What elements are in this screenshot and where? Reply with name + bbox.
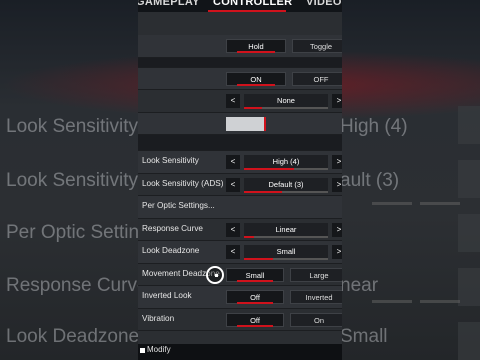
chevron-right-icon[interactable]: > <box>332 94 342 108</box>
look-sensitivity-ads-selector[interactable]: < Default (3) > <box>226 177 342 193</box>
active-tab-underline <box>208 10 286 12</box>
setting-label: Look Deadzone <box>142 246 200 255</box>
selector-progress <box>244 168 328 170</box>
inverted-look-inverted-button[interactable]: Inverted <box>290 290 342 304</box>
settings-row-per-optic[interactable]: Per Optic Settings... <box>138 196 342 219</box>
selector-progress <box>244 107 328 109</box>
chevron-right-icon[interactable]: > <box>332 222 342 237</box>
toggle-button[interactable]: Toggle <box>292 39 342 53</box>
bg-value: ault (3) <box>340 170 400 191</box>
setting-label: Inverted Look <box>142 291 192 300</box>
setting-label: Look Sensitivity <box>142 156 199 165</box>
selector-progress <box>244 258 328 260</box>
settings-row[interactable] <box>138 112 342 135</box>
chevron-right-icon[interactable]: > <box>332 155 342 169</box>
tab-gameplay[interactable]: GAMEPLAY <box>138 0 200 8</box>
on-button[interactable]: ON <box>226 71 286 86</box>
bg-label: Look Sensitivity <box>6 116 139 137</box>
look-sensitivity-selector[interactable]: < High (4) > <box>226 155 342 170</box>
bg-arrow-box <box>458 322 480 360</box>
settings-list: Hold Toggle ON OFF < None > Look Sensiti… <box>138 35 342 331</box>
movement-small-button[interactable]: Small <box>226 267 284 282</box>
selector-value: Linear <box>244 222 328 237</box>
bg-dash <box>372 202 412 205</box>
selector-progress <box>244 235 328 238</box>
footer-hint: Modify <box>147 345 171 354</box>
bg-arrow-box <box>458 268 480 306</box>
chevron-right-icon[interactable]: > <box>332 177 342 192</box>
tab-bar: GAMEPLAY CONTROLLER VIDEO <box>138 0 342 12</box>
chevron-left-icon[interactable]: < <box>226 177 240 192</box>
slider[interactable] <box>226 116 267 131</box>
row-divider <box>138 57 342 68</box>
bg-label: Look Deadzone <box>6 326 140 347</box>
settings-row[interactable]: < None > <box>138 90 342 113</box>
settings-row-look-deadzone[interactable]: Look Deadzone < Small > <box>138 241 342 264</box>
settings-row[interactable]: Hold Toggle <box>138 35 342 58</box>
chevron-right-icon[interactable]: > <box>332 245 342 259</box>
look-deadzone-selector[interactable]: < Small > <box>226 245 342 260</box>
setting-label: Vibration <box>142 313 175 323</box>
chevron-left-icon[interactable]: < <box>226 222 240 237</box>
tab-controller[interactable]: CONTROLLER <box>213 0 292 8</box>
footer-hint-bar: Modify <box>138 344 342 360</box>
bg-arrow-box <box>458 214 480 252</box>
settings-row-vibration[interactable]: Vibration Off On <box>138 308 342 331</box>
bg-value: High (4) <box>340 116 408 137</box>
off-button[interactable]: OFF <box>292 71 342 86</box>
settings-row-look-sensitivity[interactable]: Look Sensitivity < High (4) > <box>138 151 342 174</box>
bg-arrow-box <box>458 106 480 144</box>
bg-value: Small <box>340 326 388 347</box>
chevron-left-icon[interactable]: < <box>226 155 240 169</box>
settings-row-response-curve[interactable]: Response Curve < Linear > <box>138 218 342 241</box>
bg-arrow-box <box>458 160 480 198</box>
chevron-left-icon[interactable]: < <box>226 245 240 259</box>
settings-row[interactable]: ON OFF <box>138 67 342 90</box>
response-curve-selector[interactable]: < Linear > <box>226 222 342 238</box>
inverted-look-off-button[interactable]: Off <box>226 290 284 304</box>
bg-label: Response Curve <box>6 275 148 296</box>
setting-label: Look Sensitivity (ADS) <box>142 178 224 188</box>
settings-row-movement-deadzone[interactable]: Movement Deadzone Small Large <box>138 263 342 286</box>
row-divider <box>138 135 342 151</box>
bg-dash <box>420 202 460 205</box>
settings-row-inverted-look[interactable]: Inverted Look Off Inverted <box>138 286 342 309</box>
setting-label: Per Optic Settings... <box>142 201 215 210</box>
controller-cursor-icon <box>206 266 224 284</box>
selector-value: Default (3) <box>244 177 328 192</box>
selector-value: Small <box>244 245 328 259</box>
button-prompt-icon <box>140 348 145 353</box>
setting-label: Response Curve <box>142 223 203 233</box>
tab-video[interactable]: VIDEO <box>306 0 342 8</box>
selector-value: None <box>244 94 328 108</box>
bg-label: Look Sensitivity <box>6 170 139 191</box>
vibration-off-button[interactable]: Off <box>226 312 284 327</box>
settings-row-look-sensitivity-ads[interactable]: Look Sensitivity (ADS) < Default (3) > <box>138 173 342 196</box>
chevron-left-icon[interactable]: < <box>226 94 240 108</box>
bg-dash <box>420 300 460 303</box>
settings-panel: GAMEPLAY CONTROLLER VIDEO Hold Toggle ON… <box>138 0 342 360</box>
none-selector[interactable]: < None > <box>226 94 342 109</box>
bg-label: Per Optic Setting <box>6 222 150 243</box>
hold-button[interactable]: Hold <box>226 39 286 53</box>
selector-value: High (4) <box>244 155 328 169</box>
bg-dash <box>372 300 412 303</box>
selector-progress <box>244 190 328 193</box>
vibration-on-button[interactable]: On <box>290 312 342 327</box>
bg-value: near <box>340 275 379 296</box>
movement-large-button[interactable]: Large <box>290 267 342 282</box>
